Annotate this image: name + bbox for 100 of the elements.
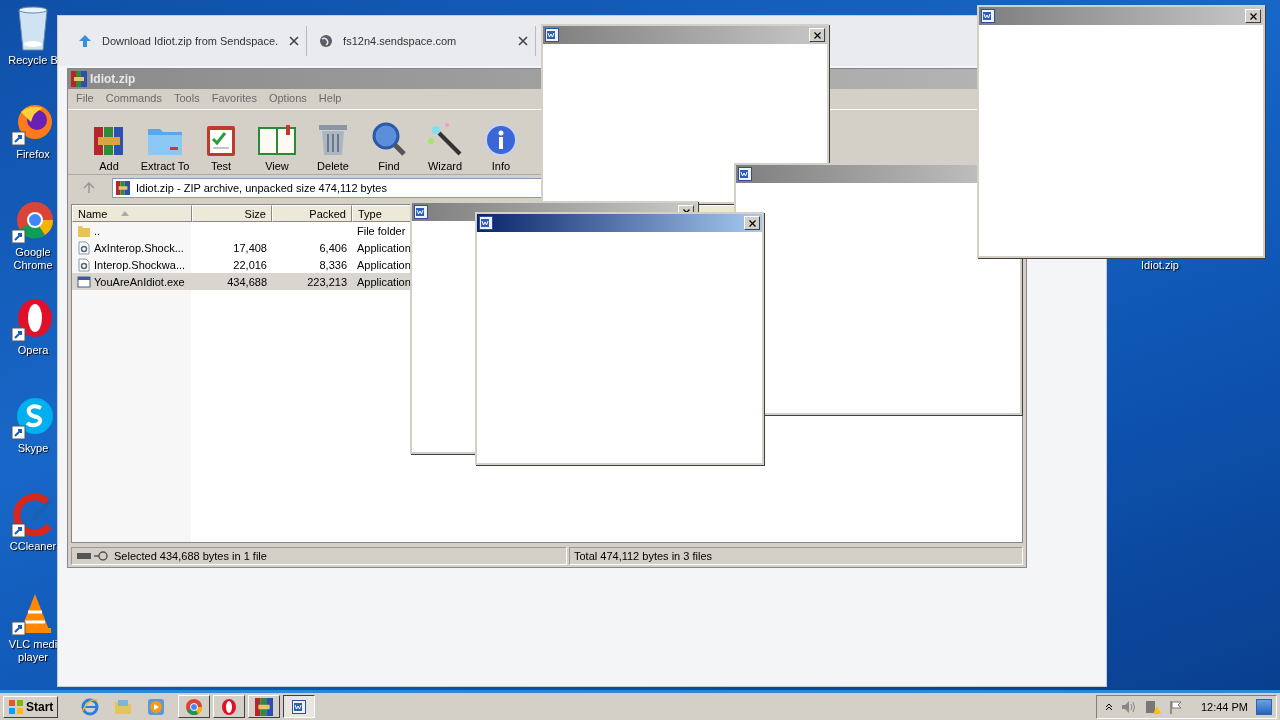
up-arrow-icon: [83, 182, 95, 194]
desktop-icon-label: Idiot.zip: [1141, 259, 1179, 271]
windows-logo-icon: [8, 698, 24, 715]
toolbar-button[interactable]: Info: [474, 116, 528, 172]
toolbar-button[interactable]: Test: [194, 116, 248, 172]
chevron-up-icon: [1104, 702, 1113, 711]
table-cell-text: Application: [356, 274, 412, 290]
archive-icon: [255, 697, 274, 716]
gear-file-icon: [77, 257, 91, 272]
menu-item[interactable]: File: [76, 92, 94, 106]
chrome-icon[interactable]: [11, 200, 55, 244]
toolbar-button[interactable]: Delete: [306, 116, 360, 172]
toolbar-button[interactable]: Add: [82, 116, 136, 172]
status-text: Total 474,112 bytes in 3 files: [574, 550, 712, 562]
close-icon: [517, 35, 530, 47]
desktop-icon-label: VLC medi player: [7, 638, 59, 664]
archive-icon: [71, 71, 87, 87]
archive-icon: [116, 181, 130, 195]
search-icon: [371, 121, 407, 157]
title-bar[interactable]: [543, 26, 827, 44]
document-icon: [479, 216, 493, 230]
skype-icon[interactable]: [11, 396, 55, 440]
play-icon: [147, 697, 166, 716]
file-name: Interop.Shockwa...: [72, 256, 192, 273]
ie-icon: [81, 697, 100, 716]
document-icon: [981, 9, 995, 23]
table-cell-text: 434,688: [226, 274, 268, 290]
table-cell-text: 22,016: [232, 257, 268, 273]
taskbar-button[interactable]: [283, 695, 316, 718]
document-icon: [738, 167, 752, 181]
ccleaner-icon[interactable]: [11, 494, 55, 538]
opera-icon: [220, 697, 239, 716]
menu-item[interactable]: Tools: [174, 92, 200, 106]
tab-close-button[interactable]: [517, 35, 530, 47]
menu-item[interactable]: Help: [318, 92, 342, 106]
gear-file-icon: [77, 240, 91, 255]
status-text: Selected 434,688 bytes in 1 file: [114, 550, 267, 562]
file-name: AxInterop.Shock...: [72, 239, 192, 256]
close-button[interactable]: [809, 28, 825, 42]
clipboard-icon: [205, 123, 237, 157]
opera-icon[interactable]: [11, 298, 55, 342]
speaker-icon: [1120, 699, 1137, 714]
browser-tab[interactable]: Download Idiot.zip from Sendspace.: [72, 26, 308, 56]
close-icon: [747, 218, 757, 228]
menu-item[interactable]: Favorites: [211, 92, 257, 106]
document-icon: [414, 205, 428, 219]
folder-icon: [77, 223, 91, 238]
tab-close-button[interactable]: [288, 35, 301, 47]
up-arrow-icon: [78, 34, 92, 48]
browser-tab[interactable]: fs12n4.sendspace.com: [313, 26, 537, 56]
close-icon: [1248, 11, 1258, 21]
drive-key-icon: [76, 551, 110, 561]
clock[interactable]: 12:44 PM: [1200, 700, 1248, 713]
toolbar-button[interactable]: View: [250, 116, 304, 172]
table-cell-text: Application: [356, 257, 412, 273]
desktop-icon-label: CCleaner: [8, 540, 58, 553]
document-icon: [292, 699, 307, 714]
close-button[interactable]: [744, 216, 760, 230]
close-button[interactable]: [1245, 9, 1261, 23]
desktop-icon-label: Skype: [16, 442, 50, 455]
firefox-icon[interactable]: [11, 102, 55, 146]
table-cell-text: 8,336: [318, 257, 348, 273]
table-cell-text: Application: [356, 240, 412, 256]
book-icon: [256, 123, 298, 157]
title-bar[interactable]: [477, 214, 762, 232]
table-cell-text: File folder: [356, 223, 407, 239]
desktop-icon-label: Opera: [16, 344, 50, 357]
path-text: Idiot.zip - ZIP archive, unpacked size 474,112 bytes: [136, 182, 387, 194]
tab-title: Download Idiot.zip from Sendspace.: [102, 35, 279, 47]
close-icon: [288, 35, 301, 47]
window-title: Idiot.zip: [90, 72, 136, 86]
column-header[interactable]: Size: [192, 205, 272, 222]
column-header[interactable]: Packed: [272, 205, 352, 222]
folder-icon: [114, 697, 133, 716]
close-icon: [812, 30, 822, 40]
desktop-icon-label: Firefox: [15, 148, 51, 161]
flag-icon: [1168, 699, 1183, 714]
table-cell-text: 223,213: [306, 274, 348, 290]
menu-item[interactable]: Commands: [105, 92, 162, 106]
info-icon: [484, 123, 518, 157]
chrome-icon: [185, 697, 204, 716]
desktop-icon-label: Recycle B: [7, 54, 59, 67]
document-icon: [545, 28, 559, 42]
window-file-icon: [77, 274, 91, 289]
toolbar-button[interactable]: Find: [362, 116, 416, 172]
start-button[interactable]: Start: [3, 695, 59, 718]
tab-title: fs12n4.sendspace.com: [343, 35, 458, 47]
show-desktop-button[interactable]: [1256, 698, 1272, 715]
menu-item[interactable]: Options: [268, 92, 307, 106]
file-name: YouAreAnIdiot.exe: [72, 273, 192, 290]
table-cell-text: 6,406: [318, 240, 348, 256]
column-header[interactable]: Name: [72, 205, 192, 222]
title-bar[interactable]: [979, 7, 1263, 25]
toolbar-button[interactable]: Wizard: [418, 116, 472, 172]
desktop-icon-label: Google Chrome: [12, 246, 54, 272]
network-warning-icon: [1144, 698, 1161, 715]
wand-icon: [427, 121, 463, 157]
toolbar-button[interactable]: Extract To: [138, 116, 192, 172]
file-name: ..: [72, 222, 192, 239]
table-cell-text: 17,408: [232, 240, 268, 256]
